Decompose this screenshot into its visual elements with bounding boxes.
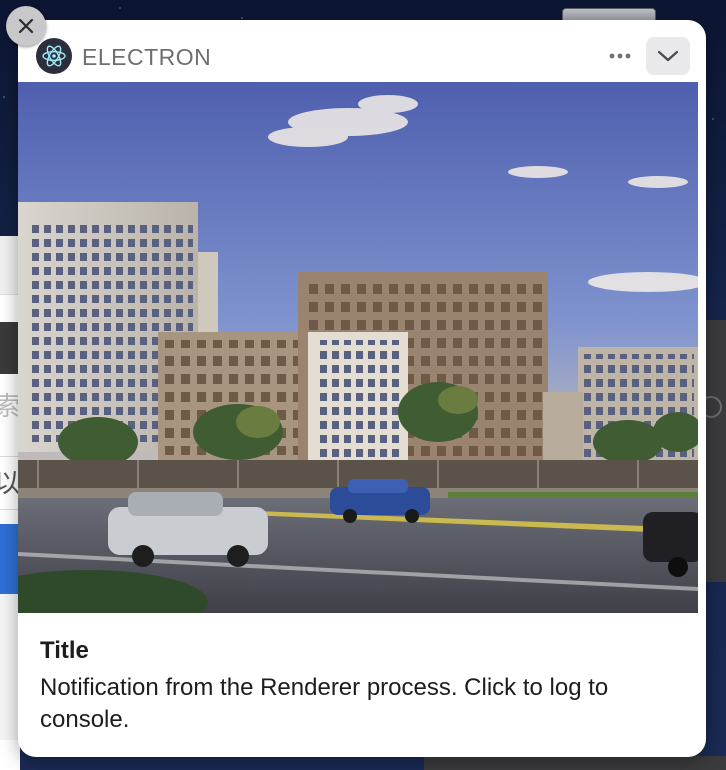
background-blue-button xyxy=(0,524,20,594)
more-options-button[interactable] xyxy=(604,44,636,68)
background-text-field: 以 xyxy=(0,456,20,510)
notification-card[interactable]: ELECTRON Title Notification from the Ren… xyxy=(18,20,706,757)
app-name: ELECTRON xyxy=(82,44,212,70)
apartment-street-scene xyxy=(18,82,698,613)
background-dark-bar xyxy=(0,322,20,374)
background-panel xyxy=(0,594,20,740)
close-icon xyxy=(18,18,34,34)
chevron-down-icon xyxy=(657,50,679,62)
background-toolbar xyxy=(0,236,20,295)
notification-title: Title xyxy=(40,637,89,664)
electron-atom-icon xyxy=(36,38,72,74)
background-search-field: 索 xyxy=(0,378,20,434)
collapse-button[interactable] xyxy=(646,37,690,75)
notification-header: ELECTRON xyxy=(18,20,706,82)
close-button[interactable] xyxy=(6,6,46,46)
background-window-right-lower xyxy=(424,756,726,770)
notification-body: Notification from the Renderer process. … xyxy=(40,674,609,733)
notification-image xyxy=(18,82,698,613)
more-dots-icon xyxy=(609,53,631,59)
